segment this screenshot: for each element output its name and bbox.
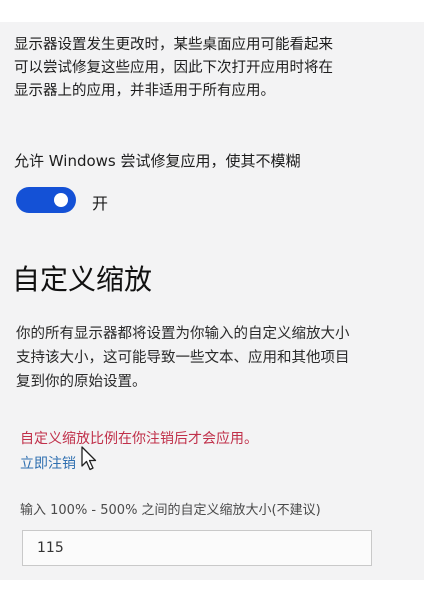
mouse-pointer-icon [81,446,97,471]
custom-scale-input-label: 输入 100% - 500% 之间的自定义缩放大小(不建议) [20,503,321,518]
toggle-state-label: 开 [92,194,109,213]
intro-line-3: 显示器上的应用，并非适用于所有应用。 [14,83,275,99]
settings-screen: 显示器设置发生更改时，某些桌面应用可能看起来 可以尝试修复这些应用，因此下次打开… [0,0,424,600]
fix-apps-label: 允许 Windows 尝试修复应用，使其不模糊 [14,152,301,170]
description-line-1: 你的所有显示器都将设置为你输入的自定义缩放大小 [16,326,350,342]
intro-paragraph: 显示器设置发生更改时，某些桌面应用可能看起来 可以尝试修复这些应用，因此下次打开… [14,34,424,103]
photo-bottom-border [0,580,424,600]
photo-top-border [0,0,424,22]
custom-scaling-description: 你的所有显示器都将设置为你输入的自定义缩放大小 支持该大小，这可能导致一些文本、… [16,322,350,394]
intro-line-2: 可以尝试修复这些应用，因此下次打开应用时将在 [14,60,333,76]
signout-warning: 自定义缩放比例在你注销后才会应用。 [20,431,258,447]
description-line-3: 复到你的原始设置。 [16,374,147,390]
toggle-knob [54,193,68,207]
fix-apps-toggle[interactable] [16,187,76,213]
custom-scale-input[interactable] [22,530,372,566]
intro-line-1: 显示器设置发生更改时，某些桌面应用可能看起来 [14,37,333,53]
custom-scaling-title: 自定义缩放 [12,263,153,296]
description-line-2: 支持该大小，这可能导致一些文本、应用和其他项目 [16,350,350,366]
sign-out-now-link[interactable]: 立即注销 [20,453,76,473]
